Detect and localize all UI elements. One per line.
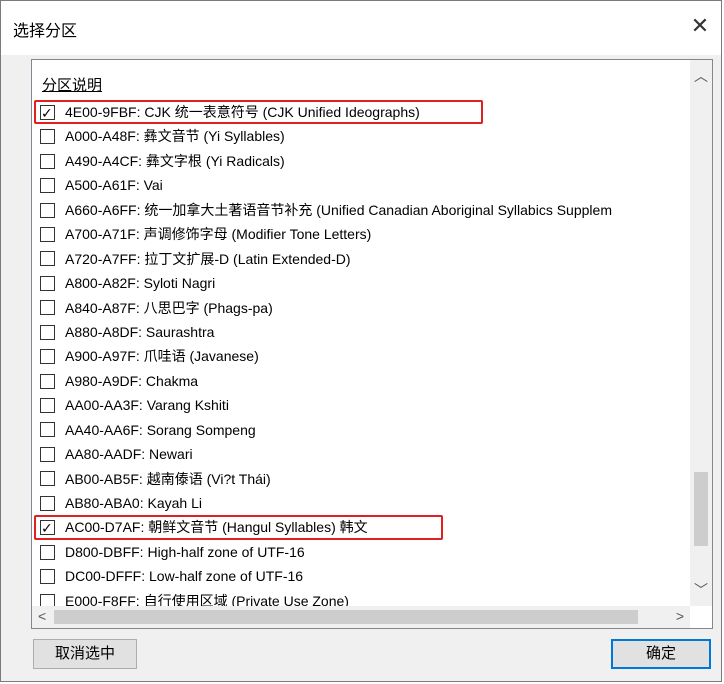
list-item[interactable]: A500-A61F: Vai: [32, 173, 688, 197]
checkbox[interactable]: [40, 569, 55, 585]
list-item[interactable]: A800-A82F: Syloti Nagri: [32, 271, 688, 295]
checkbox[interactable]: [40, 398, 55, 414]
checkbox[interactable]: [40, 422, 55, 438]
list-item-label: A490-A4CF: 彝文字根 (Yi Radicals): [65, 152, 285, 169]
list-item-label: AC00-D7AF: 朝鲜文音节 (Hangul Syllables) 韩文: [65, 519, 368, 536]
list-item-label: AA00-AA3F: Varang Kshiti: [65, 397, 229, 414]
title-bar: 选择分区 ✕: [1, 1, 721, 55]
list-item[interactable]: AB00-AB5F: 越南傣语 (Vi?t Thái): [32, 467, 688, 491]
checkbox-checked[interactable]: [40, 516, 55, 540]
list-item-label: 4E00-9FBF: CJK 统一表意符号 (CJK Unified Ideog…: [65, 104, 420, 120]
vertical-scroll-thumb[interactable]: [694, 472, 708, 546]
scroll-left-icon[interactable]: <: [38, 608, 46, 624]
checkbox[interactable]: [40, 202, 55, 218]
list-item-label: A720-A7FF: 拉丁文扩展-D (Latin Extended-D): [65, 250, 351, 267]
checkbox[interactable]: [40, 446, 55, 462]
list-item[interactable]: A700-A71F: 声调修饰字母 (Modifier Tone Letters…: [32, 222, 688, 246]
list-item-label: AA80-AADF: Newari: [65, 446, 193, 463]
checkbox-checked[interactable]: [40, 101, 55, 125]
checkbox[interactable]: [40, 178, 55, 194]
partition-list[interactable]: 分区说明 4E00-9FBF: CJK 统一表意符号 (CJK Unified …: [31, 59, 713, 629]
checkbox[interactable]: [40, 495, 55, 511]
checkbox[interactable]: [40, 251, 55, 267]
close-icon[interactable]: ✕: [687, 13, 713, 39]
list-item[interactable]: A720-A7FF: 拉丁文扩展-D (Latin Extended-D): [32, 247, 688, 271]
select-partition-dialog: 选择分区 ✕ 分区说明 4E00-9FBF: CJK 统一表意符号 (CJK U…: [0, 0, 722, 682]
list-item[interactable]: AC00-D7AF: 朝鲜文音节 (Hangul Syllables) 韩文: [32, 515, 688, 540]
dialog-title: 选择分区: [13, 23, 78, 40]
list-item[interactable]: DC00-DFFF: Low-half zone of UTF-16: [32, 564, 688, 588]
checkbox[interactable]: [40, 349, 55, 365]
list-item[interactable]: A880-A8DF: Saurashtra: [32, 320, 688, 344]
list-item[interactable]: A900-A97F: 爪哇语 (Javanese): [32, 344, 688, 368]
checkbox[interactable]: [40, 324, 55, 340]
ok-button[interactable]: 确定: [611, 639, 711, 669]
vertical-scrollbar[interactable]: ︿ ﹀: [690, 60, 712, 606]
list-item[interactable]: AA80-AADF: Newari: [32, 442, 688, 466]
list-item-label: A000-A48F: 彝文音节 (Yi Syllables): [65, 128, 285, 145]
checkbox[interactable]: [40, 153, 55, 169]
checkbox[interactable]: [40, 471, 55, 487]
list-item[interactable]: 4E00-9FBF: CJK 统一表意符号 (CJK Unified Ideog…: [32, 100, 688, 125]
list-item[interactable]: A490-A4CF: 彝文字根 (Yi Radicals): [32, 149, 688, 173]
list-item-label: A660-A6FF: 统一加拿大土著语音节补充 (Unified Canadia…: [65, 201, 612, 218]
scroll-up-icon[interactable]: ︿: [690, 66, 712, 86]
list-item-label: D800-DBFF: High-half zone of UTF-16: [65, 543, 305, 560]
scroll-right-icon[interactable]: >: [676, 608, 684, 624]
list-item-label: A900-A97F: 爪哇语 (Javanese): [65, 348, 259, 365]
list-item-label: A840-A87F: 八思巴字 (Phags-pa): [65, 299, 273, 316]
list-item-label: A500-A61F: Vai: [65, 177, 163, 194]
checkbox[interactable]: [40, 129, 55, 145]
clear-selection-button[interactable]: 取消选中: [33, 639, 137, 669]
checkbox[interactable]: [40, 275, 55, 291]
list-item-label: A700-A71F: 声调修饰字母 (Modifier Tone Letters…: [65, 226, 372, 243]
list-header: 分区说明: [42, 77, 103, 94]
list-item-label: A880-A8DF: Saurashtra: [65, 323, 215, 340]
list-item-label: AB00-AB5F: 越南傣语 (Vi?t Thái): [65, 470, 271, 487]
list-item[interactable]: AB80-ABA0: Kayah Li: [32, 491, 688, 515]
checkbox[interactable]: [40, 300, 55, 316]
list-item[interactable]: D800-DBFF: High-half zone of UTF-16: [32, 540, 688, 564]
list-item-label: A980-A9DF: Chakma: [65, 372, 199, 389]
list-item[interactable]: A000-A48F: 彝文音节 (Yi Syllables): [32, 124, 688, 148]
list-item[interactable]: AA40-AA6F: Sorang Sompeng: [32, 418, 688, 442]
checkbox[interactable]: [40, 544, 55, 560]
list-item-label: A800-A82F: Syloti Nagri: [65, 275, 216, 292]
list-item[interactable]: A980-A9DF: Chakma: [32, 369, 688, 393]
checkbox[interactable]: [40, 373, 55, 389]
scroll-down-icon[interactable]: ﹀: [690, 580, 712, 600]
list-item-label: DC00-DFFF: Low-half zone of UTF-16: [65, 568, 304, 585]
horizontal-scroll-thumb[interactable]: [54, 610, 638, 624]
list-item-label: AA40-AA6F: Sorang Sompeng: [65, 421, 256, 438]
list-item[interactable]: A660-A6FF: 统一加拿大土著语音节补充 (Unified Canadia…: [32, 198, 688, 222]
horizontal-scrollbar[interactable]: < >: [32, 606, 690, 628]
checkbox[interactable]: [40, 226, 55, 242]
list-item[interactable]: A840-A87F: 八思巴字 (Phags-pa): [32, 296, 688, 320]
list-rows: 4E00-9FBF: CJK 统一表意符号 (CJK Unified Ideog…: [32, 100, 688, 613]
list-item[interactable]: AA00-AA3F: Varang Kshiti: [32, 393, 688, 417]
list-item-label: AB80-ABA0: Kayah Li: [65, 495, 202, 511]
